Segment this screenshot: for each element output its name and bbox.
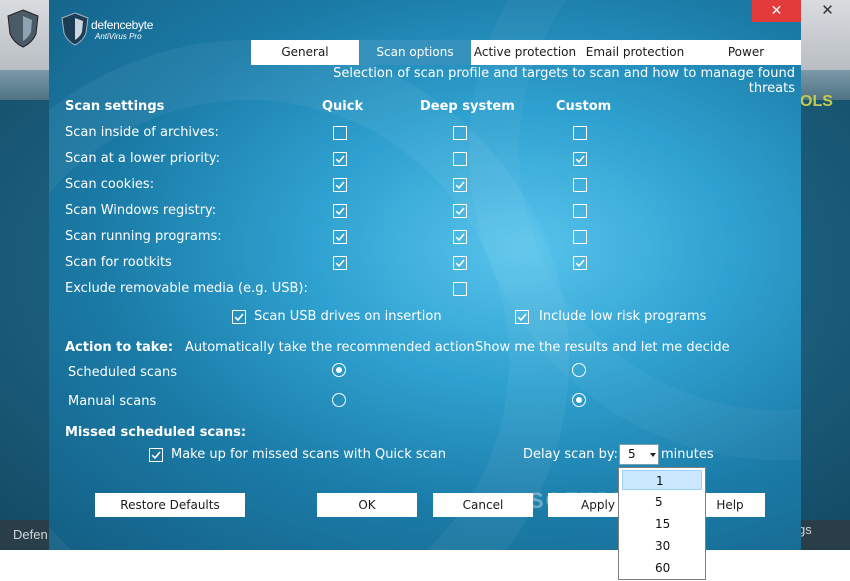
manual-scans-label: Manual scans bbox=[68, 394, 157, 409]
delay-option-1[interactable]: 1 bbox=[622, 470, 702, 490]
manual-auto-radio[interactable] bbox=[332, 393, 346, 407]
checkbox-row3-custom[interactable] bbox=[573, 178, 587, 192]
tab-general[interactable]: General bbox=[251, 40, 359, 65]
delay-select[interactable]: 5 bbox=[619, 444, 659, 465]
row-label-exclude-removable: Exclude removable media (e.g. USB): bbox=[65, 281, 308, 296]
checkmark-icon bbox=[455, 181, 465, 190]
tab-scan-options[interactable]: Scan options bbox=[359, 40, 471, 65]
checkmark-icon bbox=[335, 233, 345, 242]
restore-defaults-button[interactable]: Restore Defaults bbox=[95, 493, 245, 517]
makeup-missed-label: Make up for missed scans with Quick scan bbox=[171, 447, 446, 462]
checkbox-row5-deep[interactable] bbox=[453, 230, 467, 244]
cancel-button[interactable]: Cancel bbox=[433, 493, 533, 517]
checkbox-row2-quick[interactable] bbox=[333, 152, 347, 166]
close-button[interactable]: ✕ bbox=[752, 0, 801, 22]
shield-logo-icon bbox=[61, 12, 89, 46]
action-heading: Action to take: bbox=[65, 340, 174, 355]
checkmark-icon bbox=[234, 313, 244, 322]
checkmark-icon bbox=[575, 259, 585, 268]
missed-scans-heading: Missed scheduled scans: bbox=[65, 425, 247, 440]
delay-select-value: 5 bbox=[628, 447, 636, 461]
scan-usb-label: Scan USB drives on insertion bbox=[254, 309, 442, 324]
chevron-down-icon bbox=[650, 453, 656, 457]
checkbox-row6-quick[interactable] bbox=[333, 256, 347, 270]
row-label-running-programs: Scan running programs: bbox=[65, 229, 222, 244]
checkbox-row1-deep[interactable] bbox=[453, 126, 467, 140]
delay-scan-label: Delay scan by: bbox=[523, 447, 619, 462]
column-custom: Custom bbox=[556, 99, 612, 114]
manual-show-radio[interactable] bbox=[572, 393, 586, 407]
checkbox-row4-deep[interactable] bbox=[453, 204, 467, 218]
checkmark-icon bbox=[517, 313, 527, 322]
delay-option-5[interactable]: 5 bbox=[622, 492, 702, 512]
logo-name: defencebyte bbox=[91, 18, 154, 32]
checkmark-icon bbox=[455, 207, 465, 216]
exclude-removable-checkbox[interactable] bbox=[453, 282, 467, 296]
checkmark-icon bbox=[335, 181, 345, 190]
row-label-rootkits: Scan for rootkits bbox=[65, 255, 172, 270]
column-deep-system: Deep system bbox=[420, 99, 515, 114]
include-low-risk-checkbox[interactable] bbox=[515, 310, 529, 324]
checkmark-icon bbox=[335, 207, 345, 216]
tab-active-protection[interactable]: Active protection bbox=[471, 40, 579, 65]
delay-unit-label: minutes bbox=[661, 447, 714, 462]
scheduled-show-radio[interactable] bbox=[572, 363, 586, 377]
column-quick: Quick bbox=[322, 99, 364, 114]
checkmark-icon bbox=[455, 259, 465, 268]
tab-email-protection[interactable]: Email protection bbox=[579, 40, 691, 65]
include-low-risk-label: Include low risk programs bbox=[539, 309, 707, 324]
checkbox-row2-deep[interactable] bbox=[453, 152, 467, 166]
checkbox-row2-custom[interactable] bbox=[573, 152, 587, 166]
scheduled-scans-label: Scheduled scans bbox=[68, 365, 178, 380]
app-logo: defencebyte AntiVirus Pro bbox=[61, 12, 161, 46]
radio-dot-icon bbox=[576, 397, 582, 403]
logo-subtitle: AntiVirus Pro bbox=[95, 32, 142, 41]
delay-option-60[interactable]: 60 bbox=[622, 558, 702, 578]
checkbox-row5-quick[interactable] bbox=[333, 230, 347, 244]
checkmark-icon bbox=[335, 155, 345, 164]
delay-option-15[interactable]: 15 bbox=[622, 514, 702, 534]
row-label-lower-priority: Scan at a lower priority: bbox=[65, 151, 221, 166]
scheduled-auto-radio[interactable] bbox=[332, 363, 346, 377]
background-shield-icon bbox=[7, 9, 39, 48]
checkbox-row6-deep[interactable] bbox=[453, 256, 467, 270]
checkbox-row4-custom[interactable] bbox=[573, 204, 587, 218]
tab-power[interactable]: Power bbox=[691, 40, 801, 65]
checkmark-icon bbox=[455, 233, 465, 242]
makeup-missed-checkbox[interactable] bbox=[149, 448, 163, 462]
background-close-icon[interactable]: ✕ bbox=[805, 0, 850, 20]
checkmark-icon bbox=[575, 155, 585, 164]
row-label-registry: Scan Windows registry: bbox=[65, 203, 217, 218]
page-subtitle: Selection of scan profile and targets to… bbox=[333, 66, 795, 96]
checkbox-row1-quick[interactable] bbox=[333, 126, 347, 140]
delay-dropdown-list: 1 5 15 30 60 bbox=[618, 467, 706, 580]
scan-usb-checkbox[interactable] bbox=[232, 310, 246, 324]
radio-dot-icon bbox=[336, 367, 342, 373]
row-label-archives: Scan inside of archives: bbox=[65, 125, 219, 140]
background-tools-label: OLS bbox=[800, 93, 833, 110]
row-label-cookies: Scan cookies: bbox=[65, 177, 155, 192]
checkbox-row6-custom[interactable] bbox=[573, 256, 587, 270]
checkbox-row1-custom[interactable] bbox=[573, 126, 587, 140]
checkbox-row5-custom[interactable] bbox=[573, 230, 587, 244]
ok-button[interactable]: OK bbox=[317, 493, 417, 517]
checkmark-icon bbox=[335, 259, 345, 268]
background-product-text: Defen bbox=[13, 527, 48, 542]
scan-settings-heading: Scan settings bbox=[65, 99, 165, 114]
action-show-label: Show me the results and let me decide bbox=[475, 340, 730, 355]
action-auto-label: Automatically take the recommended actio… bbox=[185, 340, 475, 355]
tab-bar: General Scan options Active protection E… bbox=[251, 40, 801, 65]
delay-option-30[interactable]: 30 bbox=[622, 536, 702, 556]
checkbox-row3-deep[interactable] bbox=[453, 178, 467, 192]
checkmark-icon bbox=[151, 451, 161, 460]
checkbox-row4-quick[interactable] bbox=[333, 204, 347, 218]
checkbox-row3-quick[interactable] bbox=[333, 178, 347, 192]
